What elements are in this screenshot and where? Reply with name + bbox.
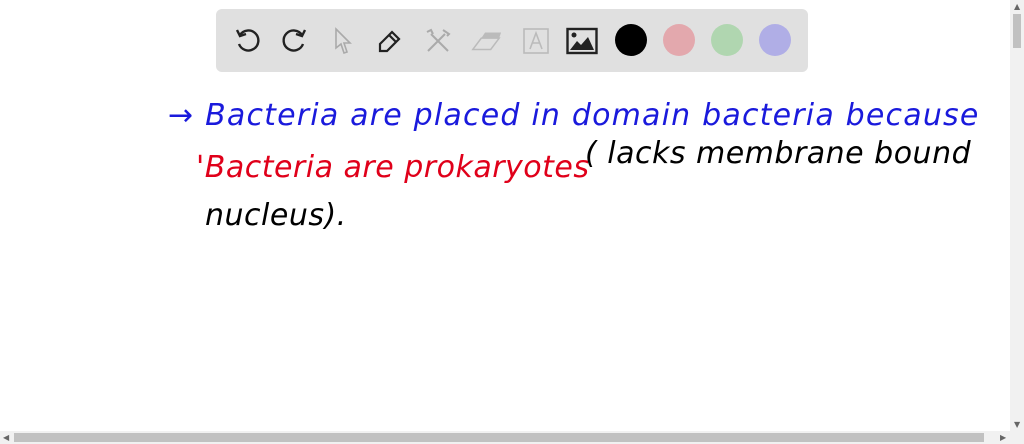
- eraser-button[interactable]: [470, 25, 502, 57]
- image-button[interactable]: [566, 25, 598, 57]
- tools-button[interactable]: [422, 25, 454, 57]
- tools-icon: [426, 28, 451, 52]
- color-black-swatch[interactable]: [615, 24, 647, 56]
- image-icon: [566, 27, 598, 55]
- drawing-toolbar: [216, 9, 808, 72]
- text-button[interactable]: [520, 25, 552, 57]
- handwritten-line-1: → Bacteria are placed in domain bacteria…: [168, 98, 980, 133]
- vertical-scrollbar[interactable]: ▲ ▼: [1010, 0, 1024, 431]
- eraser-icon: [471, 32, 502, 51]
- undo-button[interactable]: [232, 25, 264, 57]
- handwritten-line-2-red: 'Bacteria are prokaryotes: [196, 150, 590, 185]
- handwritten-line-2-black: ( lacks membrane bound: [585, 136, 972, 171]
- handwritten-line-3: nucleus).: [205, 198, 347, 233]
- scroll-up-arrow-icon[interactable]: ▲: [1014, 2, 1020, 11]
- select-icon: [335, 27, 352, 55]
- color-blue-swatch[interactable]: [759, 24, 791, 56]
- undo-icon: [235, 29, 260, 52]
- pen-button[interactable]: [374, 25, 406, 57]
- color-green-swatch[interactable]: [711, 24, 743, 56]
- color-red-swatch[interactable]: [663, 24, 695, 56]
- horizontal-scroll-thumb[interactable]: [14, 433, 984, 442]
- text-icon: [523, 28, 549, 54]
- scroll-left-arrow-icon[interactable]: ◀: [3, 433, 9, 442]
- redo-button[interactable]: [278, 25, 310, 57]
- redo-icon: [282, 29, 307, 52]
- scroll-down-arrow-icon[interactable]: ▼: [1014, 420, 1020, 429]
- horizontal-scrollbar[interactable]: ◀ ▶: [0, 431, 1024, 444]
- select-button[interactable]: [327, 25, 359, 57]
- scroll-right-arrow-icon[interactable]: ▶: [1000, 433, 1006, 442]
- vertical-scroll-thumb[interactable]: [1013, 14, 1021, 48]
- pen-icon: [378, 30, 401, 53]
